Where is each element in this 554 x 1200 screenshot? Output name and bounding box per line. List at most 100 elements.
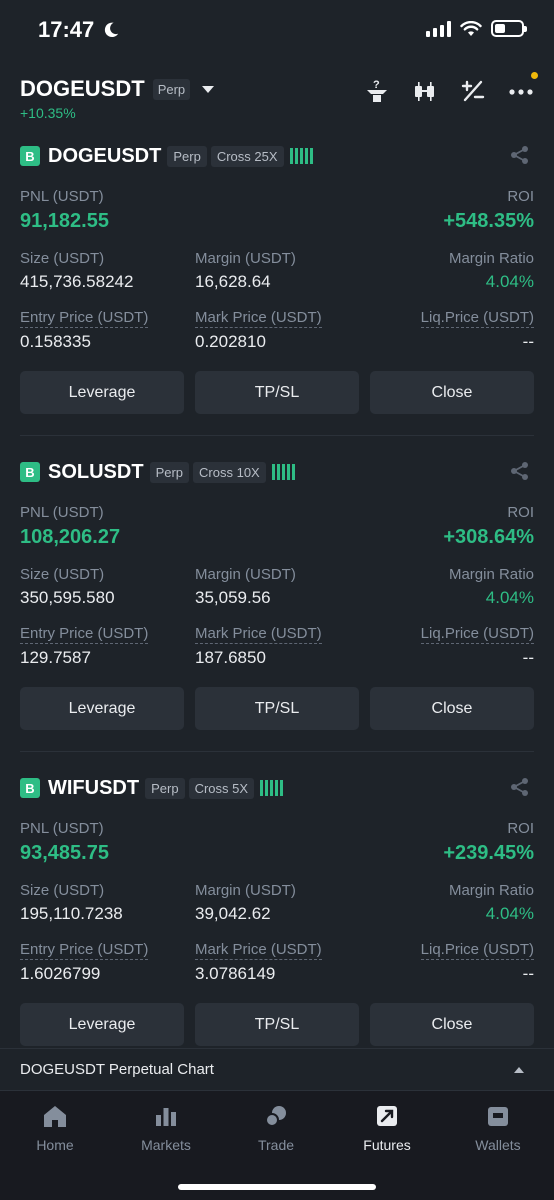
tpsl-button[interactable]: TP/SL — [195, 1003, 359, 1046]
position-title: B DOGEUSDT Perp Cross 25X — [20, 143, 534, 169]
margin-value: 16,628.64 — [195, 272, 271, 291]
status-bar: 17:47 — [0, 0, 554, 62]
margin-ratio-value: 4.04% — [485, 904, 534, 923]
position-symbol[interactable]: DOGEUSDT — [48, 145, 161, 168]
margin-mode-tag[interactable]: Cross 10X — [193, 461, 266, 483]
roi-label: ROI — [507, 504, 534, 521]
price-row: Entry Price (USDT) 1.6026799 Mark Price (… — [20, 941, 534, 991]
roi-label: ROI — [507, 188, 534, 205]
leverage-button[interactable]: Leverage — [20, 1003, 184, 1046]
pnl-value: 108,206.27 — [20, 526, 121, 548]
entry-price-value: 1.6026799 — [20, 964, 101, 983]
wallet-icon — [488, 1107, 508, 1126]
roi-label: ROI — [507, 820, 534, 837]
entry-price-label: Entry Price (USDT) — [20, 309, 149, 328]
pnl-value: 93,485.75 — [20, 842, 109, 864]
contract-type-tag: Perp — [149, 461, 190, 483]
tab-label: Futures — [363, 1137, 411, 1153]
position-symbol[interactable]: SOLUSDT — [48, 461, 144, 484]
share-icon[interactable] — [510, 777, 530, 797]
roi-value: +239.45% — [443, 842, 534, 864]
roi-value: +308.64% — [443, 526, 534, 548]
candlestick-chart-icon[interactable] — [412, 78, 438, 104]
futures-icon — [377, 1106, 397, 1126]
entry-price-value: 129.7587 — [20, 648, 91, 667]
contract-type-tag: Perp — [145, 777, 185, 799]
home-icon — [44, 1106, 66, 1127]
liq-price-label: Liq.Price (USDT) — [420, 625, 534, 644]
side-badge: B — [20, 462, 40, 482]
tab-home[interactable]: Home — [10, 1103, 100, 1153]
leverage-button[interactable]: Leverage — [20, 687, 184, 730]
markets-icon — [156, 1108, 176, 1126]
chart-drawer-label: DOGEUSDT Perpetual Chart — [20, 1061, 214, 1078]
margin-label: Margin (USDT) — [195, 882, 296, 899]
leverage-button[interactable]: Leverage — [20, 371, 184, 414]
divider — [20, 751, 534, 752]
adl-indicator-icon — [271, 464, 295, 480]
tpsl-button[interactable]: TP/SL — [195, 687, 359, 730]
close-button[interactable]: Close — [370, 1003, 534, 1046]
position-card: B WIFUSDT Perp Cross 5X PNL (USDT) 93,485… — [20, 775, 534, 1046]
price-row: Entry Price (USDT) 0.158335 Mark Price (U… — [20, 309, 534, 359]
price-row: Entry Price (USDT) 129.7587 Mark Price (U… — [20, 625, 534, 675]
mark-price-label: Mark Price (USDT) — [195, 309, 322, 328]
liq-price-value: -- — [522, 332, 534, 351]
share-icon[interactable] — [510, 461, 530, 481]
share-icon[interactable] — [510, 145, 530, 165]
tab-wallets[interactable]: Wallets — [453, 1103, 543, 1153]
trade-icon — [265, 1106, 286, 1127]
pnl-row: PNL (USDT) 91,182.55 ROI +548.35% — [20, 188, 534, 238]
position-title: B SOLUSDT Perp Cross 10X — [20, 459, 534, 485]
position-card: B DOGEUSDT Perp Cross 25X PNL (USDT) 91,1… — [20, 143, 534, 423]
margin-mode-tag[interactable]: Cross 5X — [188, 777, 255, 799]
liq-price-value: -- — [522, 648, 534, 667]
chevron-up-icon — [514, 1067, 524, 1073]
tpsl-button[interactable]: TP/SL — [195, 371, 359, 414]
roi-value: +548.35% — [443, 210, 534, 232]
entry-price-value: 0.158335 — [20, 332, 91, 351]
size-row: Size (USDT) 195,110.7238 Margin (USDT) 39,… — [20, 882, 534, 932]
margin-label: Margin (USDT) — [195, 566, 296, 583]
size-row: Size (USDT) 350,595.580 Margin (USDT) 35,0… — [20, 566, 534, 616]
adl-indicator-icon — [289, 148, 313, 164]
size-label: Size (USDT) — [20, 882, 105, 899]
tab-trade[interactable]: Trade — [231, 1103, 321, 1153]
mark-price-value: 3.0786149 — [195, 964, 276, 983]
close-button[interactable]: Close — [370, 687, 534, 730]
chart-drawer-toggle[interactable]: DOGEUSDT Perpetual Chart — [0, 1048, 554, 1090]
liq-price-label: Liq.Price (USDT) — [420, 941, 534, 960]
margin-label: Margin (USDT) — [195, 250, 296, 267]
margin-ratio-value: 4.04% — [485, 272, 534, 291]
margin-mode-tag[interactable]: Cross 25X — [210, 145, 284, 167]
margin-value: 35,059.56 — [195, 588, 271, 607]
position-actions: Leverage TP/SL Close — [20, 1003, 534, 1046]
position-symbol[interactable]: WIFUSDT — [48, 777, 139, 800]
status-indicators — [426, 20, 527, 37]
entry-price-label: Entry Price (USDT) — [20, 941, 149, 960]
margin-ratio-label: Margin Ratio — [448, 250, 534, 267]
moon-icon — [105, 22, 119, 38]
tutorial-icon[interactable]: ? — [364, 78, 390, 104]
size-value: 350,595.580 — [20, 588, 115, 607]
entry-price-label: Entry Price (USDT) — [20, 625, 149, 644]
svg-text:?: ? — [373, 79, 380, 91]
header-perp-tag: Perp — [152, 78, 191, 100]
cellular-signal-icon — [426, 20, 451, 37]
tab-label: Wallets — [475, 1137, 521, 1153]
pnl-label: PNL (USDT) — [20, 820, 104, 837]
mark-price-value: 187.6850 — [195, 648, 266, 667]
pnl-label: PNL (USDT) — [20, 504, 104, 521]
close-button[interactable]: Close — [370, 371, 534, 414]
margin-ratio-label: Margin Ratio — [448, 882, 534, 899]
tab-markets[interactable]: Markets — [121, 1103, 211, 1153]
liq-price-value: -- — [522, 964, 534, 983]
tab-futures[interactable]: Futures — [342, 1103, 432, 1153]
calculator-icon[interactable] — [460, 78, 486, 104]
pnl-value: 91,182.55 — [20, 210, 109, 232]
tab-label: Trade — [257, 1137, 295, 1153]
more-menu-button[interactable] — [508, 72, 538, 104]
caret-down-icon — [202, 85, 215, 93]
home-indicator[interactable] — [178, 1184, 376, 1190]
margin-ratio-value: 4.04% — [485, 588, 534, 607]
